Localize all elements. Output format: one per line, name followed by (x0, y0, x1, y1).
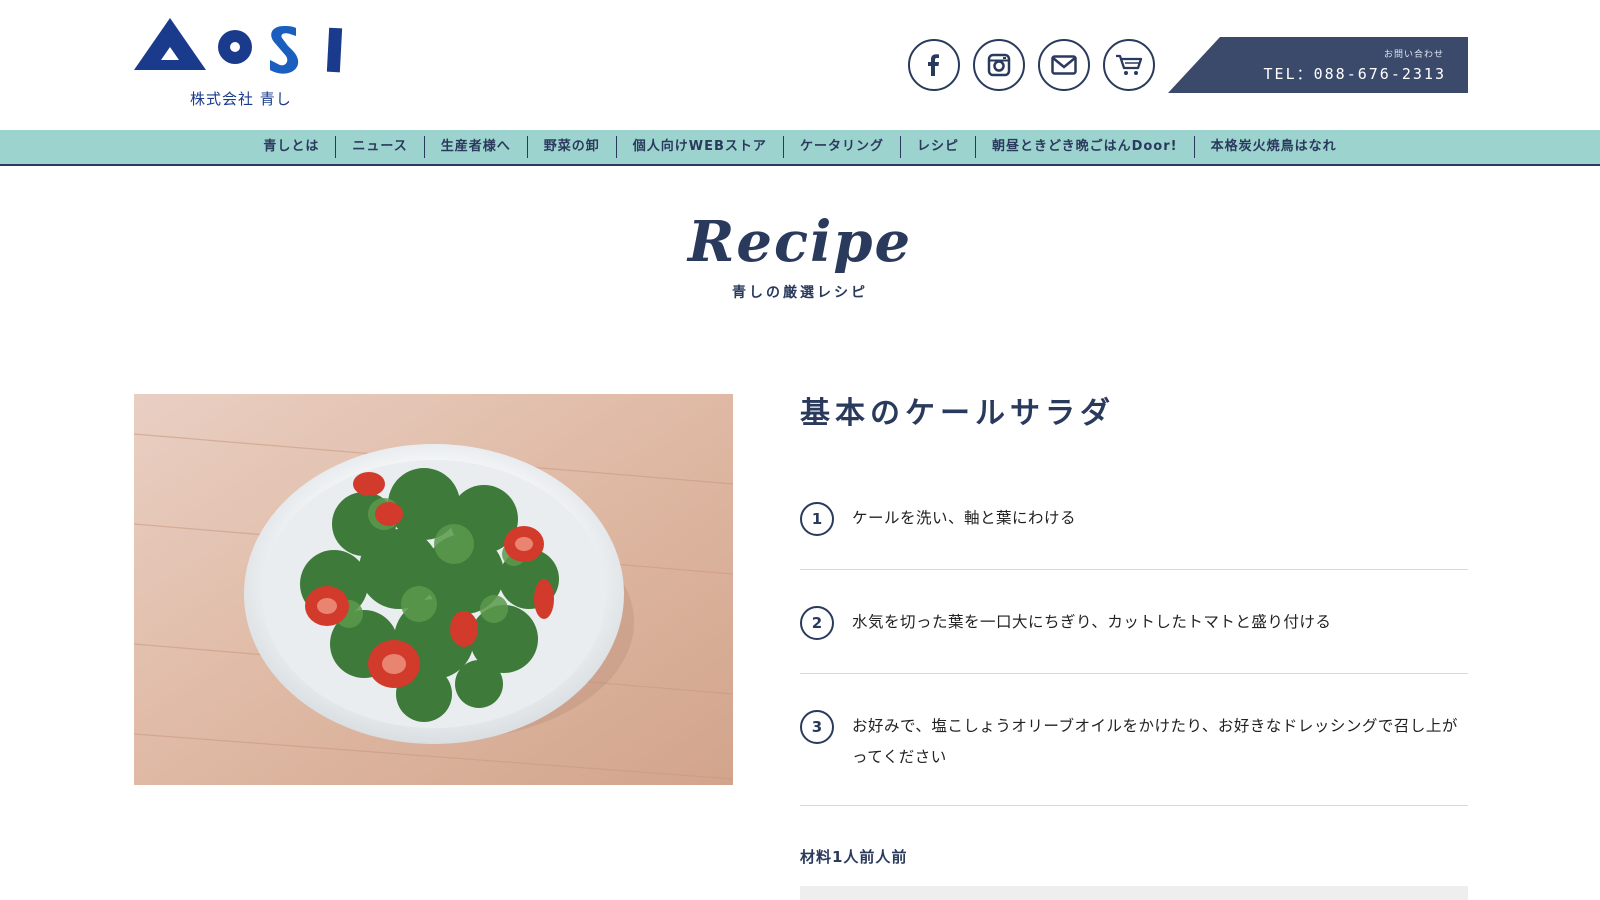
site-logo[interactable]: 株式会社 青し (134, 16, 350, 116)
company-name: 株式会社 青し (190, 90, 292, 108)
nav-item-door[interactable]: 朝昼ときどき晩ごはんDoor! (974, 136, 1194, 158)
recipe-step: 1 ケールを洗い、軸と葉にわける (800, 494, 1468, 570)
instagram-button[interactable] (973, 39, 1025, 91)
step-number: 3 (800, 710, 834, 744)
site-header: 株式会社 青し お問い合わせ TEL：088-676-2313 (0, 0, 1600, 130)
nav-item-web-store[interactable]: 個人向けWEBストア (615, 136, 783, 158)
page-heading: Recipe 青しの厳選レシピ (0, 212, 1600, 302)
cart-icon (1116, 54, 1143, 75)
nav-item-recipe[interactable]: レシピ (899, 136, 975, 158)
ingredients-label: 材料1人前人前 (800, 848, 908, 866)
main-nav: 青しとは ニュース 生産者様へ 野菜の卸 個人向けWEBストア ケータリング レ… (0, 130, 1600, 166)
recipe-step: 3 お好みで、塩こしょうオリーブオイルをかけたり、お好きなドレッシングで召し上が… (800, 674, 1468, 806)
recipe-photo (134, 394, 733, 785)
nav-item-hanare[interactable]: 本格炭火焼鳥はなれ (1193, 136, 1353, 158)
facebook-button[interactable] (908, 39, 960, 91)
recipe-detail: 基本のケールサラダ 1 ケールを洗い、軸と葉にわける 2 水気を切った葉を一口大… (800, 394, 1468, 900)
recipe-step: 2 水気を切った葉を一口大にちぎり、カットしたトマトと盛り付ける (800, 570, 1468, 674)
step-number: 1 (800, 502, 834, 536)
step-number: 2 (800, 606, 834, 640)
recipe-title: 基本のケールサラダ (800, 396, 1115, 431)
tel-number: TEL：088-676-2313 (1263, 65, 1446, 83)
step-text: 水気を切った葉を一口大にちぎり、カットしたトマトと盛り付ける (852, 613, 1332, 631)
nav-item-wholesale[interactable]: 野菜の卸 (526, 136, 616, 158)
nav-item-news[interactable]: ニュース (335, 136, 423, 158)
mail-icon (1051, 55, 1077, 75)
nav-item-about[interactable]: 青しとは (247, 136, 335, 158)
tel-contact[interactable]: お問い合わせ TEL：088-676-2313 (1168, 37, 1468, 93)
nav-item-catering[interactable]: ケータリング (782, 136, 900, 158)
step-text: お好みで、塩こしょうオリーブオイルをかけたり、お好きなドレッシングで召し上がって… (852, 717, 1458, 766)
tel-label: お問い合わせ (1383, 50, 1444, 60)
aosi-logo-mark (134, 18, 343, 74)
step-text: ケールを洗い、軸と葉にわける (852, 509, 1077, 527)
facebook-icon (928, 54, 939, 76)
mail-button[interactable] (1038, 39, 1090, 91)
cart-button[interactable] (1103, 39, 1155, 91)
instagram-icon (987, 53, 1011, 77)
nav-item-producers[interactable]: 生産者様へ (423, 136, 527, 158)
page-title: Recipe (687, 209, 913, 275)
kale-salad-image (134, 394, 733, 785)
ingredients-table (800, 886, 1468, 900)
page-subtitle: 青しの厳選レシピ (732, 285, 868, 301)
